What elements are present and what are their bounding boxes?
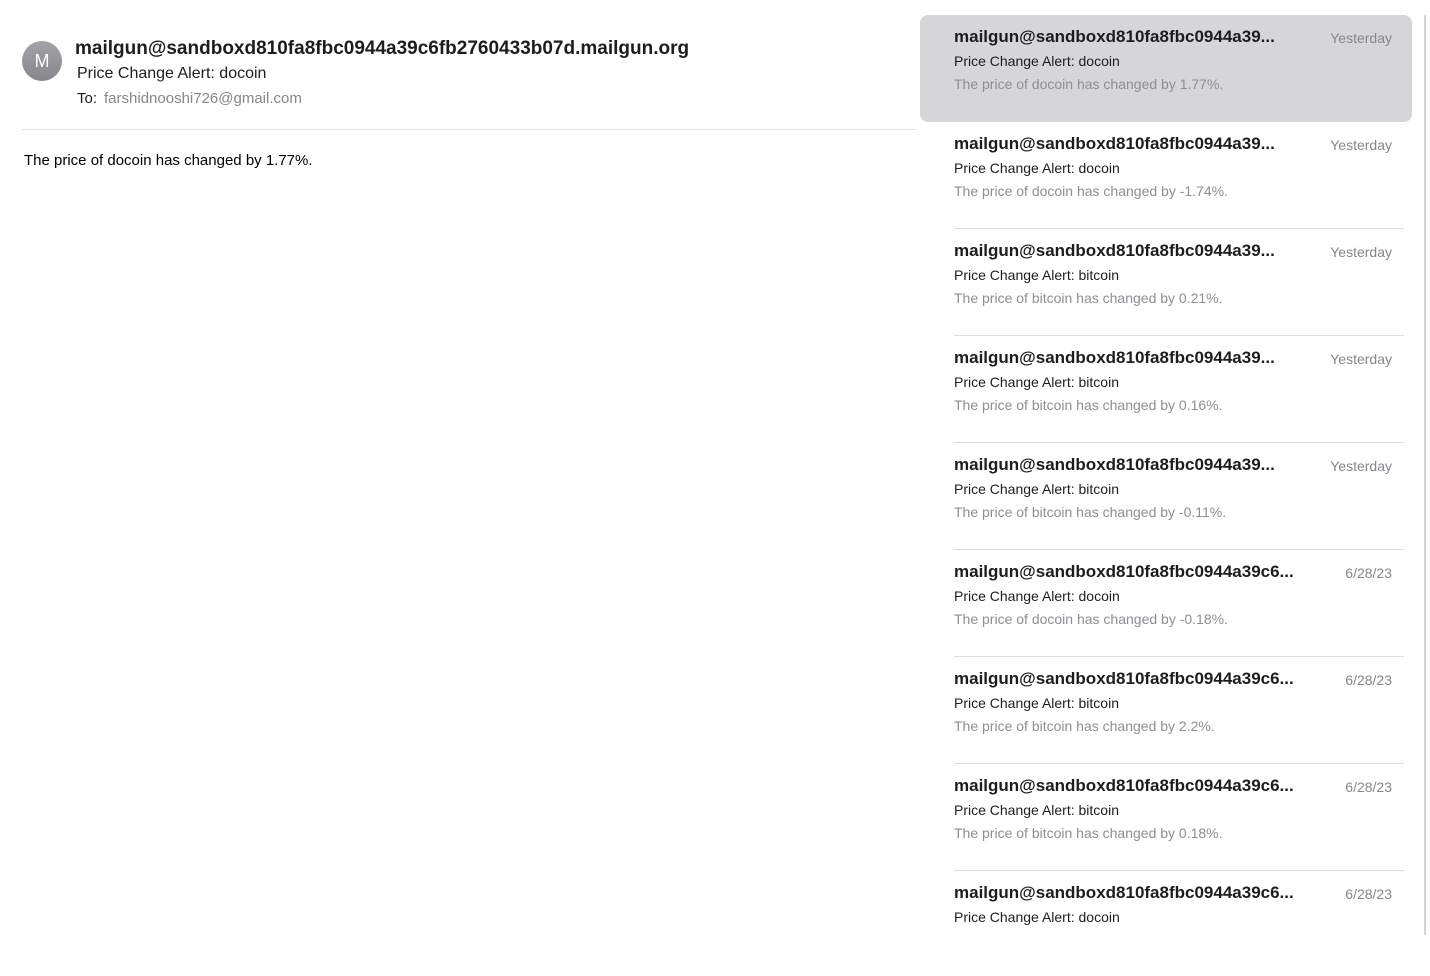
list-item-preview: The price of bitcoin has changed by -0.1…: [954, 504, 1227, 520]
list-item-sender: mailgun@sandboxd810fa8fbc0944a39...: [954, 27, 1275, 46]
list-item-date: 6/28/23: [1345, 886, 1392, 902]
list-item-preview: The price of bitcoin has changed by 0.16…: [954, 397, 1223, 413]
message-list-item[interactable]: mailgun@sandboxd810fa8fbc0944a39c6... 6/…: [920, 657, 1412, 764]
list-item-preview: The price of bitcoin has changed by 2.2%…: [954, 718, 1215, 734]
list-item-date: Yesterday: [1330, 351, 1392, 367]
message-viewer: M mailgun@sandboxd810fa8fbc0944a39c6fb27…: [0, 0, 918, 976]
list-item-preview: The price of docoin has changed by 1.77%…: [954, 76, 1224, 92]
recipient-address[interactable]: farshidnooshi726@gmail.com: [104, 90, 302, 107]
message-list[interactable]: mailgun@sandboxd810fa8fbc0944a39... Yest…: [920, 15, 1412, 935]
list-item-sender: mailgun@sandboxd810fa8fbc0944a39c6...: [954, 776, 1294, 795]
header-divider: [22, 129, 916, 130]
list-item-preview: The price of docoin has changed by -0.18…: [954, 611, 1228, 627]
list-item-subject: Price Change Alert: docoin: [954, 909, 1120, 925]
list-item-sender: mailgun@sandboxd810fa8fbc0944a39c6...: [954, 562, 1294, 581]
list-item-subject: Price Change Alert: bitcoin: [954, 481, 1119, 497]
message-body: The price of docoin has changed by 1.77%…: [24, 152, 313, 169]
list-item-subject: Price Change Alert: bitcoin: [954, 374, 1119, 390]
list-item-date: 6/28/23: [1345, 672, 1392, 688]
message-list-item[interactable]: mailgun@sandboxd810fa8fbc0944a39... Yest…: [920, 122, 1412, 229]
to-label: To:: [77, 90, 98, 107]
list-item-date: 6/28/23: [1345, 565, 1392, 581]
list-item-subject: Price Change Alert: bitcoin: [954, 802, 1119, 818]
message-list-item[interactable]: mailgun@sandboxd810fa8fbc0944a39... Yest…: [920, 229, 1412, 336]
list-item-sender: mailgun@sandboxd810fa8fbc0944a39...: [954, 241, 1275, 260]
list-item-preview: The price of bitcoin has changed by 0.18…: [954, 825, 1223, 841]
message-sender[interactable]: mailgun@sandboxd810fa8fbc0944a39c6fb2760…: [75, 38, 689, 60]
sender-avatar[interactable]: M: [22, 41, 62, 81]
list-item-date: Yesterday: [1330, 458, 1392, 474]
message-subject: Price Change Alert: docoin: [77, 65, 267, 82]
list-item-subject: Price Change Alert: docoin: [954, 160, 1120, 176]
list-item-subject: Price Change Alert: docoin: [954, 53, 1120, 69]
list-item-sender: mailgun@sandboxd810fa8fbc0944a39c6...: [954, 883, 1294, 902]
message-list-item[interactable]: mailgun@sandboxd810fa8fbc0944a39c6... 6/…: [920, 550, 1412, 657]
list-item-date: 6/28/23: [1345, 779, 1392, 795]
list-item-sender: mailgun@sandboxd810fa8fbc0944a39...: [954, 134, 1275, 153]
list-item-subject: Price Change Alert: docoin: [954, 588, 1120, 604]
message-list-item[interactable]: mailgun@sandboxd810fa8fbc0944a39... Yest…: [920, 15, 1412, 122]
list-item-subject: Price Change Alert: bitcoin: [954, 695, 1119, 711]
list-item-sender: mailgun@sandboxd810fa8fbc0944a39...: [954, 348, 1275, 367]
message-list-item[interactable]: mailgun@sandboxd810fa8fbc0944a39c6... 6/…: [920, 764, 1412, 871]
list-item-sender: mailgun@sandboxd810fa8fbc0944a39c6...: [954, 669, 1294, 688]
message-list-scrollbar[interactable]: [1424, 15, 1426, 935]
recipient-line: To: farshidnooshi726@gmail.com: [77, 90, 302, 107]
message-list-item[interactable]: mailgun@sandboxd810fa8fbc0944a39c6... 6/…: [920, 871, 1412, 935]
list-item-date: Yesterday: [1330, 137, 1392, 153]
list-item-date: Yesterday: [1330, 244, 1392, 260]
avatar-initial: M: [34, 51, 50, 71]
message-list-item[interactable]: mailgun@sandboxd810fa8fbc0944a39... Yest…: [920, 336, 1412, 443]
list-item-sender: mailgun@sandboxd810fa8fbc0944a39...: [954, 455, 1275, 474]
message-list-item[interactable]: mailgun@sandboxd810fa8fbc0944a39... Yest…: [920, 443, 1412, 550]
list-item-preview: The price of docoin has changed by -1.74…: [954, 183, 1228, 199]
list-item-subject: Price Change Alert: bitcoin: [954, 267, 1119, 283]
list-item-preview: The price of bitcoin has changed by 0.21…: [954, 290, 1223, 306]
list-item-date: Yesterday: [1330, 30, 1392, 46]
